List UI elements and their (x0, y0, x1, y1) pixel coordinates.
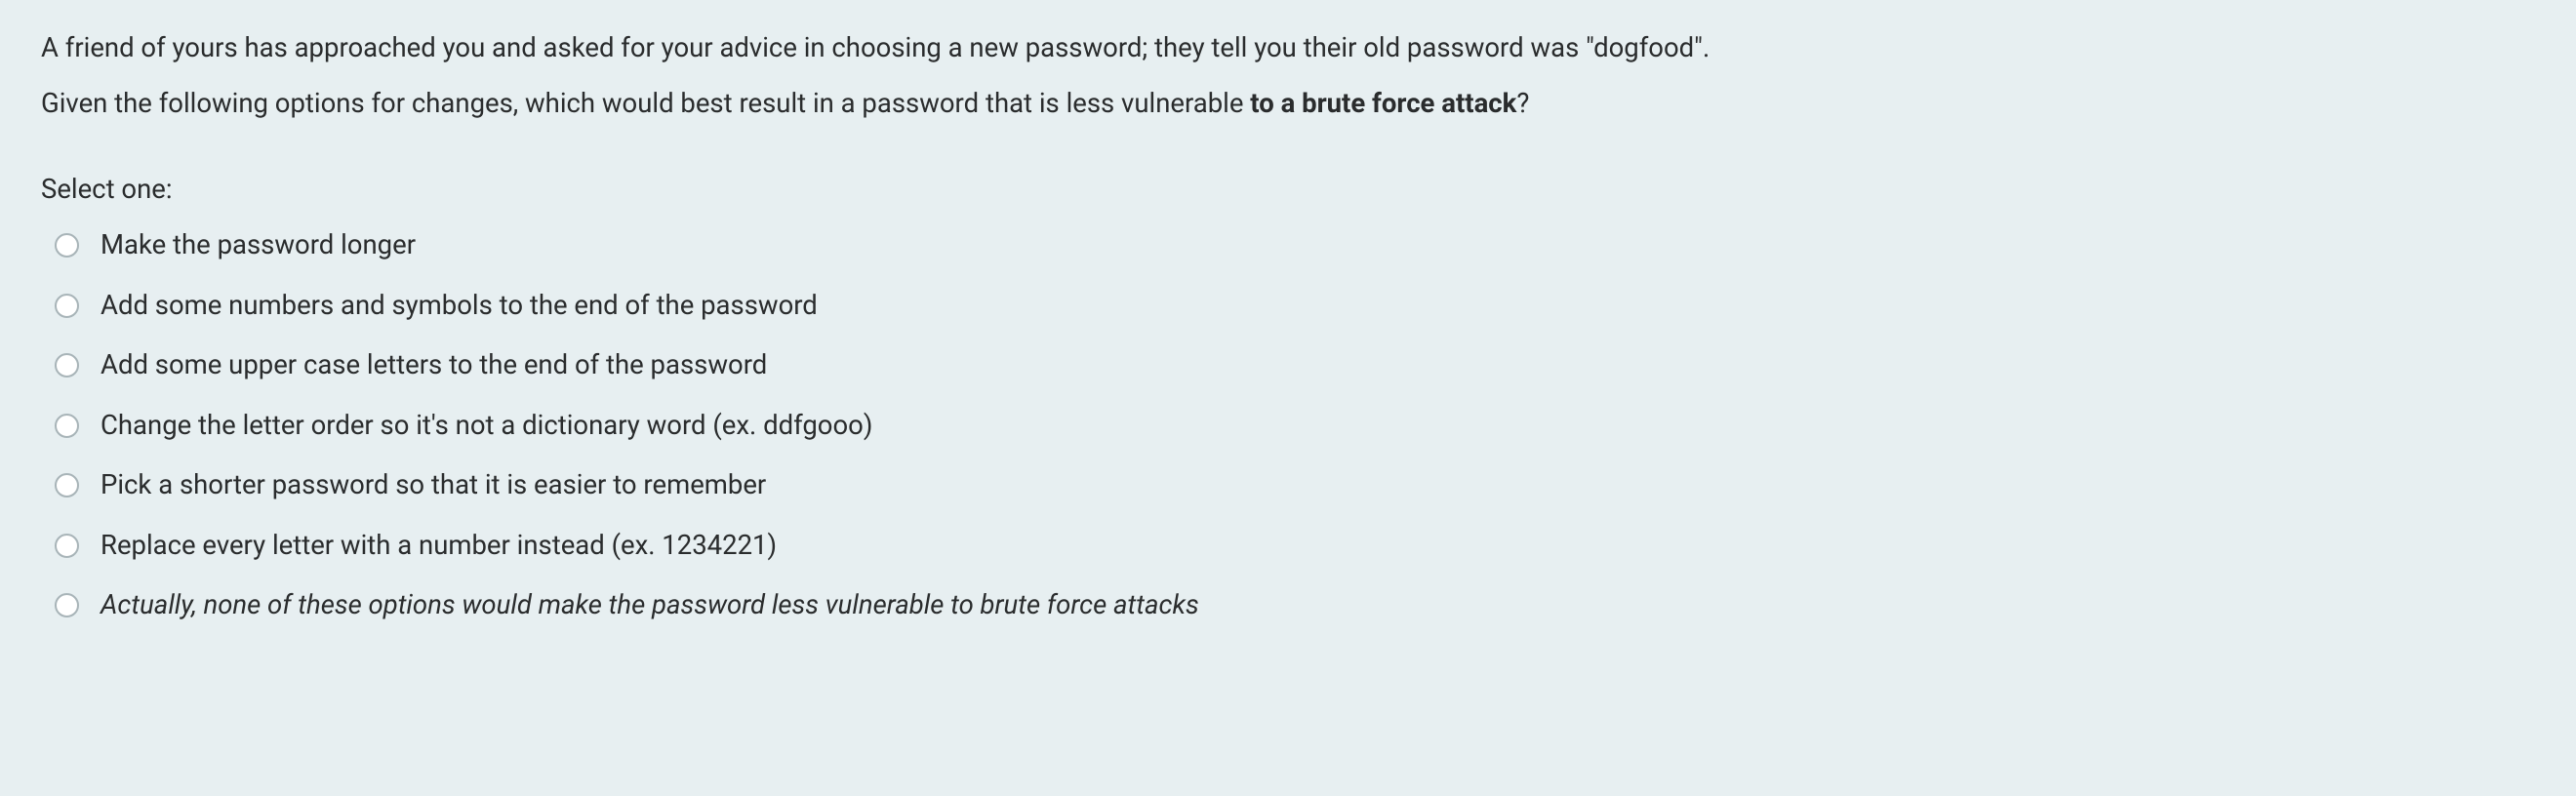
question-paragraph-2: Given the following options for changes,… (41, 83, 2535, 125)
question-text-bold: to a brute force attack (1250, 87, 1516, 119)
radio-button[interactable] (55, 414, 79, 438)
radio-button[interactable] (55, 353, 79, 378)
option-label[interactable]: Add some upper case letters to the end o… (101, 346, 767, 384)
option-item: Make the password longer (55, 226, 2535, 264)
option-label[interactable]: Change the letter order so it's not a di… (101, 407, 872, 445)
option-item: Change the letter order so it's not a di… (55, 407, 2535, 445)
option-label[interactable]: Actually, none of these options would ma… (101, 586, 1199, 624)
option-item: Add some upper case letters to the end o… (55, 346, 2535, 384)
question-text-after: ? (1516, 87, 1529, 119)
option-label[interactable]: Pick a shorter password so that it is ea… (101, 466, 766, 504)
options-list: Make the password longer Add some number… (41, 226, 2535, 624)
radio-button[interactable] (55, 473, 79, 498)
option-label[interactable]: Add some numbers and symbols to the end … (101, 287, 818, 325)
question-container: A friend of yours has approached you and… (0, 0, 2576, 796)
option-item: Add some numbers and symbols to the end … (55, 287, 2535, 325)
option-item: Replace every letter with a number inste… (55, 527, 2535, 565)
radio-button[interactable] (55, 534, 79, 558)
option-label[interactable]: Replace every letter with a number inste… (101, 527, 777, 565)
option-item: Actually, none of these options would ma… (55, 586, 2535, 624)
radio-button[interactable] (55, 294, 79, 318)
radio-button[interactable] (55, 233, 79, 258)
option-label[interactable]: Make the password longer (101, 226, 416, 264)
question-text-before: Given the following options for changes,… (41, 87, 1250, 119)
option-item: Pick a shorter password so that it is ea… (55, 466, 2535, 504)
select-one-label: Select one: (41, 173, 2535, 205)
question-paragraph-1: A friend of yours has approached you and… (41, 27, 2535, 69)
radio-button[interactable] (55, 593, 79, 617)
